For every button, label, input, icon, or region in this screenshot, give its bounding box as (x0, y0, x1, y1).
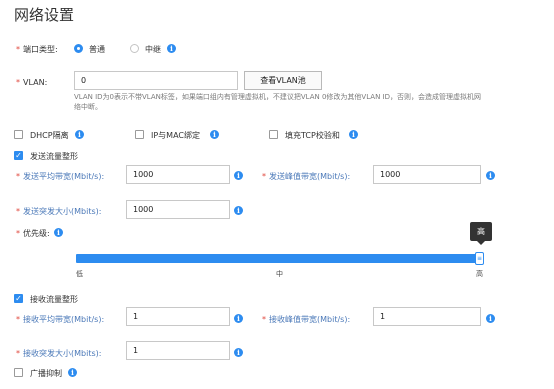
info-icon[interactable]: i (486, 171, 495, 180)
info-icon[interactable]: i (167, 44, 176, 53)
priority-level-low: 低 (76, 270, 83, 278)
send-shaping-label: 发送流量整形 (30, 152, 78, 161)
receive-avg-bandwidth-label: * 接收平均带宽(Mbit/s): (16, 315, 105, 324)
dhcp-isolation-label: DHCP隔离 (30, 131, 69, 140)
send-peak-bandwidth-input[interactable]: 1000 (373, 165, 481, 184)
receive-avg-bandwidth-input[interactable]: 1 (126, 307, 230, 326)
receive-burst-size-label: * 接收突发大小(Mbits): (16, 349, 102, 358)
broadcast-suppression-checkbox[interactable] (14, 368, 23, 377)
send-shaping-checkbox[interactable]: ✓ (14, 151, 23, 160)
send-avg-bandwidth-label: * 发送平均带宽(Mbit/s): (16, 172, 105, 181)
receive-burst-size-input[interactable]: 1 (126, 341, 230, 360)
info-icon[interactable]: i (68, 368, 77, 377)
port-type-trunk-label: 中继 (145, 45, 161, 54)
send-avg-bandwidth-input[interactable]: 1000 (126, 165, 230, 184)
port-type-label: * 端口类型: (16, 45, 58, 54)
ip-mac-binding-label: IP与MAC绑定 (151, 131, 201, 140)
priority-level-high: 高 (476, 270, 483, 278)
ip-mac-binding-checkbox[interactable] (135, 130, 144, 139)
send-burst-size-label: * 发送突发大小(Mbits): (16, 207, 102, 216)
send-peak-bandwidth-label: * 发送峰值带宽(Mbit/s): (262, 172, 351, 181)
vlan-input[interactable]: 0 (74, 71, 238, 90)
info-icon[interactable]: i (75, 130, 84, 139)
view-vlan-pool-button[interactable]: 查看VLAN池 (244, 71, 322, 90)
priority-tooltip: 高 (470, 222, 492, 241)
fill-tcp-checksum-label: 填充TCP校验和 (285, 131, 340, 140)
priority-label: * 优先级: (16, 229, 50, 238)
check-icon: ✓ (15, 294, 22, 303)
info-icon[interactable]: i (234, 206, 243, 215)
receive-peak-bandwidth-label: * 接收峰值带宽(Mbit/s): (262, 315, 351, 324)
dhcp-isolation-checkbox[interactable] (14, 130, 23, 139)
fill-tcp-checksum-checkbox[interactable] (269, 130, 278, 139)
port-type-trunk-radio[interactable] (130, 44, 139, 53)
info-icon[interactable]: i (234, 314, 243, 323)
vlan-label: * VLAN: (16, 78, 48, 87)
receive-shaping-label: 接收流量整形 (30, 295, 78, 304)
info-icon[interactable]: i (234, 348, 243, 357)
slider-handle[interactable]: ≡ (475, 252, 484, 265)
info-icon[interactable]: i (210, 130, 219, 139)
send-burst-size-input[interactable]: 1000 (126, 200, 230, 219)
priority-level-medium: 中 (276, 270, 283, 278)
priority-slider-track[interactable] (76, 254, 484, 263)
page-title: 网络设置 (14, 6, 75, 24)
check-icon: ✓ (15, 151, 22, 160)
info-icon[interactable]: i (234, 171, 243, 180)
port-type-normal-label: 普通 (89, 45, 105, 54)
info-icon[interactable]: i (486, 314, 495, 323)
port-type-normal-radio[interactable] (74, 44, 83, 53)
priority-tooltip-arrow (477, 241, 485, 245)
receive-shaping-checkbox[interactable]: ✓ (14, 294, 23, 303)
receive-peak-bandwidth-input[interactable]: 1 (373, 307, 481, 326)
info-icon[interactable]: i (54, 228, 63, 237)
broadcast-suppression-label: 广播抑制 (30, 369, 62, 378)
vlan-hint: VLAN ID为0表示不带VLAN标签，如果端口组内有管理虚拟机，不建议把VLA… (74, 93, 481, 111)
info-icon[interactable]: i (349, 130, 358, 139)
